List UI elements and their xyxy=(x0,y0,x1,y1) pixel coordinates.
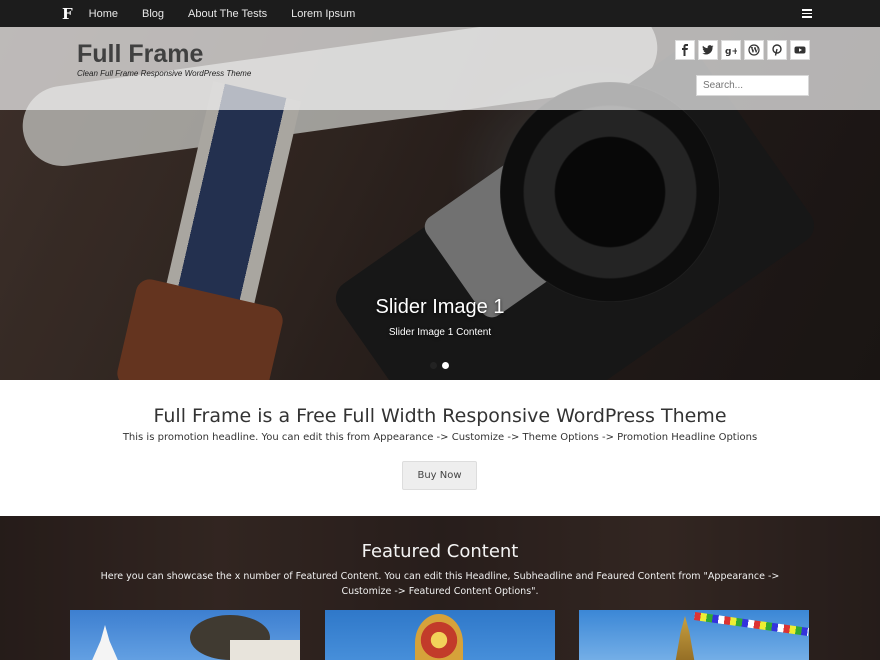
youtube-icon[interactable] xyxy=(790,40,810,60)
search-input[interactable] xyxy=(696,75,809,96)
building-shape xyxy=(230,640,300,660)
featured-image-2[interactable] xyxy=(325,610,555,660)
prayer-flags-shape xyxy=(694,612,809,636)
google-plus-icon[interactable]: g+ xyxy=(721,40,741,60)
site-logo[interactable]: F xyxy=(62,5,73,23)
wordpress-icon[interactable]: W xyxy=(744,40,764,60)
featured-content-section: Featured Content Here you can showcase t… xyxy=(0,516,880,660)
top-navigation-bar: F Home Blog About The Tests Lorem Ipsum xyxy=(0,0,880,27)
featured-image-1[interactable] xyxy=(70,610,300,660)
slider-dot[interactable] xyxy=(430,362,437,369)
svg-text:W: W xyxy=(750,46,759,55)
featured-content-subtitle: Here you can showcase the x number of Fe… xyxy=(100,571,780,597)
site-title[interactable]: Full Frame xyxy=(77,40,203,69)
statue-shape xyxy=(415,614,463,660)
slider-dot-active[interactable] xyxy=(442,362,449,369)
featured-image-3[interactable] xyxy=(579,610,809,660)
twitter-icon[interactable] xyxy=(698,40,718,60)
svg-text:g+: g+ xyxy=(725,47,737,56)
promotion-subheadline: This is promotion headline. You can edit… xyxy=(122,432,758,443)
nav-item-about-the-tests[interactable]: About The Tests xyxy=(188,8,267,20)
featured-content-title: Featured Content xyxy=(361,541,519,562)
social-links: g+ W xyxy=(675,40,810,60)
promotion-section: Full Frame is a Free Full Width Responsi… xyxy=(0,380,880,516)
nav-item-home[interactable]: Home xyxy=(89,8,118,20)
slider-pagination xyxy=(430,362,449,369)
stupa-shape xyxy=(90,625,120,660)
buy-now-button[interactable]: Buy Now xyxy=(402,461,477,490)
nav-item-blog[interactable]: Blog xyxy=(142,8,164,20)
facebook-icon[interactable] xyxy=(675,40,695,60)
site-tagline: Clean Full Frame Responsive WordPress Th… xyxy=(77,69,252,78)
slide-title[interactable]: Slider Image 1 xyxy=(0,296,880,319)
slide-subtitle: Slider Image 1 Content xyxy=(388,327,492,338)
list-icon[interactable] xyxy=(802,9,812,18)
promotion-headline: Full Frame is a Free Full Width Responsi… xyxy=(153,405,727,427)
spire-shape xyxy=(674,616,696,660)
site-header: Full Frame Clean Full Frame Responsive W… xyxy=(0,27,880,110)
nav-item-lorem-ipsum[interactable]: Lorem Ipsum xyxy=(291,8,355,20)
pinterest-icon[interactable] xyxy=(767,40,787,60)
